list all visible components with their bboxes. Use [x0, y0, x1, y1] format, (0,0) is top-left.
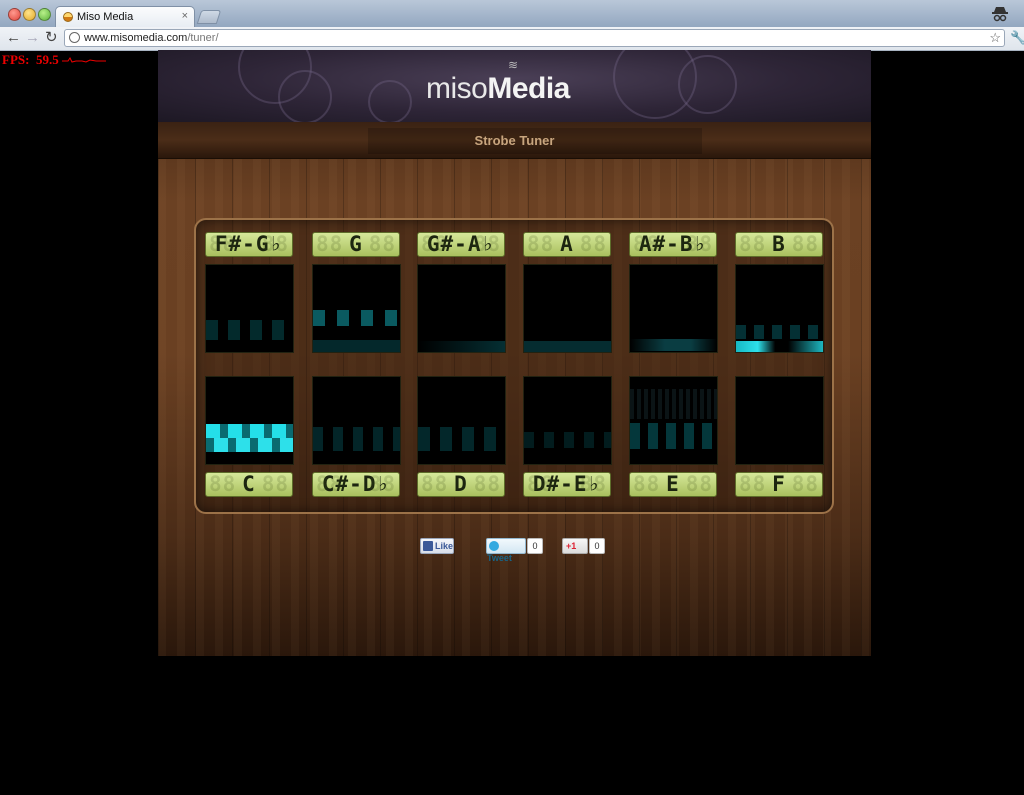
- strobe-display-d-sharp: [523, 376, 612, 465]
- page-title: Strobe Tuner: [474, 133, 555, 148]
- steam-icon: ≋: [508, 58, 519, 72]
- back-button[interactable]: ←: [6, 29, 21, 47]
- note-label-g: G: [312, 232, 400, 257]
- note-label-a-sharp: A#-B♭: [629, 232, 717, 257]
- miso-favicon-icon: [63, 12, 73, 22]
- strobe-display-g: [312, 264, 401, 353]
- twitter-bird-icon: [489, 541, 499, 551]
- strobe-display-c: [205, 376, 294, 465]
- globe-icon: [69, 32, 80, 43]
- strobe-display-f-sharp: [205, 264, 294, 353]
- zoom-window-button[interactable]: [38, 8, 51, 21]
- strobe-display-e: [629, 376, 718, 465]
- reload-button[interactable]: ↻: [45, 29, 58, 47]
- tweet-count: 0: [527, 538, 543, 554]
- fps-graph: [62, 57, 106, 63]
- browser-tab[interactable]: Miso Media ×: [55, 6, 195, 27]
- note-label-b: B: [735, 232, 823, 257]
- strobe-display-a: [523, 264, 612, 353]
- title-shelf: Strobe Tuner: [158, 122, 871, 159]
- browser-toolbar: ← → ↻ www.misomedia.com/tuner/ ☆: [0, 27, 1024, 51]
- strobe-display-b: [735, 264, 824, 353]
- strobe-display-a-sharp: [629, 264, 718, 353]
- minimize-window-button[interactable]: [23, 8, 36, 21]
- facebook-icon: [423, 541, 433, 551]
- tab-title: Miso Media: [77, 11, 134, 23]
- strobe-display-c-sharp: [312, 376, 401, 465]
- address-bar[interactable]: www.misomedia.com/tuner/ ☆: [64, 29, 1005, 47]
- note-label-a: A: [523, 232, 611, 257]
- fps-counter: FPS: 59.5: [2, 52, 59, 67]
- plus-one-count: 0: [589, 538, 605, 554]
- strobe-display-d: [417, 376, 506, 465]
- strobe-display-f: [735, 376, 824, 465]
- tab-close-icon[interactable]: ×: [182, 10, 188, 22]
- forward-button[interactable]: →: [25, 29, 40, 47]
- strobe-display-g-sharp: [417, 264, 506, 353]
- incognito-icon: [992, 7, 1008, 22]
- google-plus-one-button[interactable]: +1: [562, 538, 588, 554]
- miso-media-logo[interactable]: misoMedia: [426, 72, 570, 106]
- new-tab-button[interactable]: [196, 10, 222, 24]
- note-label-d: D: [417, 472, 505, 497]
- note-label-f-sharp: F#-G♭: [205, 232, 293, 257]
- note-label-f: F: [735, 472, 823, 497]
- note-label-g-sharp: G#-A♭: [417, 232, 505, 257]
- note-label-c-sharp: C#-D♭: [312, 472, 400, 497]
- url-text: www.misomedia.com/tuner/: [84, 32, 219, 44]
- note-label-c: C: [205, 472, 293, 497]
- wrench-menu-icon[interactable]: 🔧: [1010, 30, 1024, 46]
- bookmark-star-icon[interactable]: ☆: [989, 30, 1001, 46]
- browser-titlebar: Miso Media ×: [0, 0, 1024, 28]
- header-banner: ≋ misoMedia: [158, 50, 871, 124]
- note-label-e: E: [629, 472, 717, 497]
- tweet-button[interactable]: Tweet: [486, 538, 526, 563]
- note-label-d-sharp: D#-E♭: [523, 472, 611, 497]
- close-window-button[interactable]: [8, 8, 21, 21]
- site-container: ≋ misoMedia Strobe Tuner F#-G♭ G G#-A♭ A…: [158, 50, 871, 656]
- facebook-like-button[interactable]: Like: [420, 538, 454, 554]
- tuner-panel: [194, 218, 834, 514]
